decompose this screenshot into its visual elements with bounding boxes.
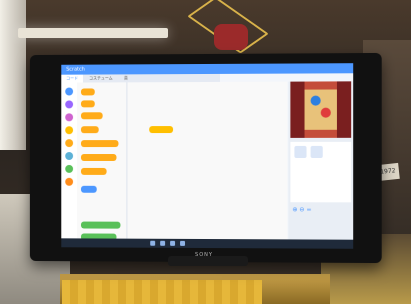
taskbar-app-icon[interactable] [180, 240, 186, 246]
control-category-icon[interactable] [65, 139, 74, 148]
palette-block[interactable] [80, 185, 97, 193]
sprite-thumbnail[interactable] [294, 145, 307, 158]
sprite-red[interactable] [320, 107, 331, 118]
taskbar-app-icon[interactable] [150, 240, 156, 246]
window-light [0, 0, 26, 150]
taskbar [61, 238, 354, 249]
motion-category-icon[interactable] [65, 87, 74, 96]
yellow-cloth [62, 280, 262, 304]
tv-monitor: Scratch コード コスチューム 音 ⊕ ⊖ = SONY [29, 52, 382, 264]
variables-category-icon[interactable] [65, 177, 74, 186]
operators-category-icon[interactable] [65, 164, 74, 173]
palette-block[interactable] [80, 167, 107, 175]
stage-view[interactable] [290, 81, 352, 138]
block-palette [77, 82, 128, 248]
script-block[interactable] [149, 126, 174, 134]
palette-block[interactable] [80, 112, 103, 120]
ceiling-light [18, 28, 168, 38]
zoom-controls[interactable]: ⊕ ⊖ = [292, 206, 311, 213]
scratch-menu-bar[interactable]: Scratch [61, 63, 354, 75]
palette-block[interactable] [80, 126, 99, 134]
right-curtain [336, 81, 352, 138]
left-curtain [290, 81, 305, 138]
sprite-thumbnail[interactable] [310, 145, 323, 158]
sound-category-icon[interactable] [65, 113, 74, 122]
sprite-pane [290, 141, 352, 203]
sensing-category-icon[interactable] [65, 152, 74, 160]
block-categories [61, 82, 79, 248]
tv-stand [168, 256, 248, 266]
script-area[interactable] [127, 81, 288, 249]
tab-sounds[interactable]: 音 [119, 74, 133, 82]
palette-block[interactable] [80, 140, 119, 148]
looks-category-icon[interactable] [65, 100, 74, 109]
events-category-icon[interactable] [65, 126, 74, 135]
tab-costumes[interactable]: コスチューム [84, 74, 117, 82]
taskbar-app-icon[interactable] [170, 240, 176, 246]
red-lantern [214, 24, 248, 50]
stage-panel: ⊕ ⊖ = [288, 81, 354, 249]
sprite-blue[interactable] [310, 95, 321, 106]
palette-block[interactable] [80, 154, 117, 161]
palette-block[interactable] [80, 100, 95, 108]
palette-block[interactable] [80, 221, 121, 229]
tv-screen: Scratch コード コスチューム 音 ⊕ ⊖ = [61, 63, 354, 249]
tab-code[interactable]: コード [61, 74, 83, 83]
palette-block[interactable] [80, 88, 95, 96]
menu-label[interactable]: Scratch [66, 67, 85, 73]
taskbar-app-icon[interactable] [160, 240, 166, 246]
